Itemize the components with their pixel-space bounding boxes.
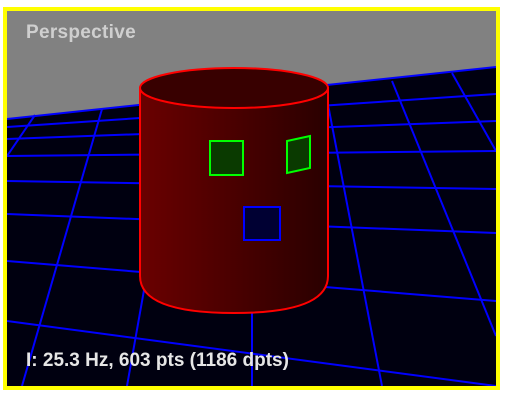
right-eye-square[interactable] [286,134,311,175]
left-eye-square[interactable] [209,140,244,176]
mouth-square[interactable] [243,206,281,241]
viewport-label: Perspective [26,22,136,43]
render-stats: I: 25.3 Hz, 603 pts (1186 dpts) [26,350,289,371]
viewport-scene[interactable] [7,11,496,386]
cylinder-object[interactable] [139,67,329,315]
perspective-viewport[interactable]: Perspective I: 25.3 Hz, 603 pts (1186 dp… [3,7,500,390]
